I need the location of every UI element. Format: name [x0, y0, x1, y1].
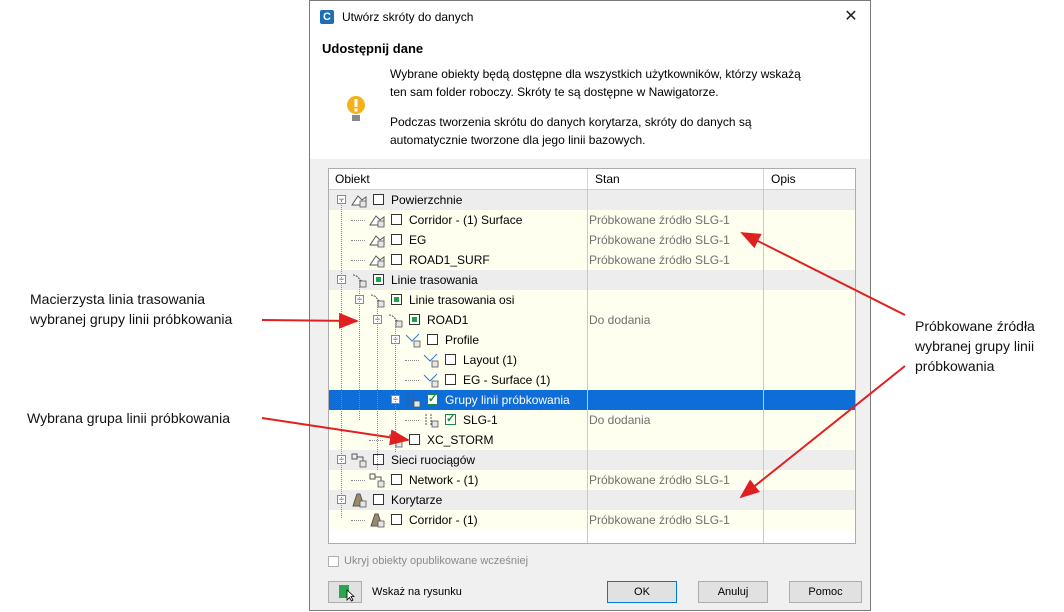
arrow-to-sample-group	[261, 417, 410, 446]
arrow-to-network-source	[739, 365, 906, 499]
annotation-arrows	[261, 232, 906, 499]
arrow-to-road1	[261, 312, 359, 329]
arrow-to-surface-sources	[740, 232, 906, 316]
